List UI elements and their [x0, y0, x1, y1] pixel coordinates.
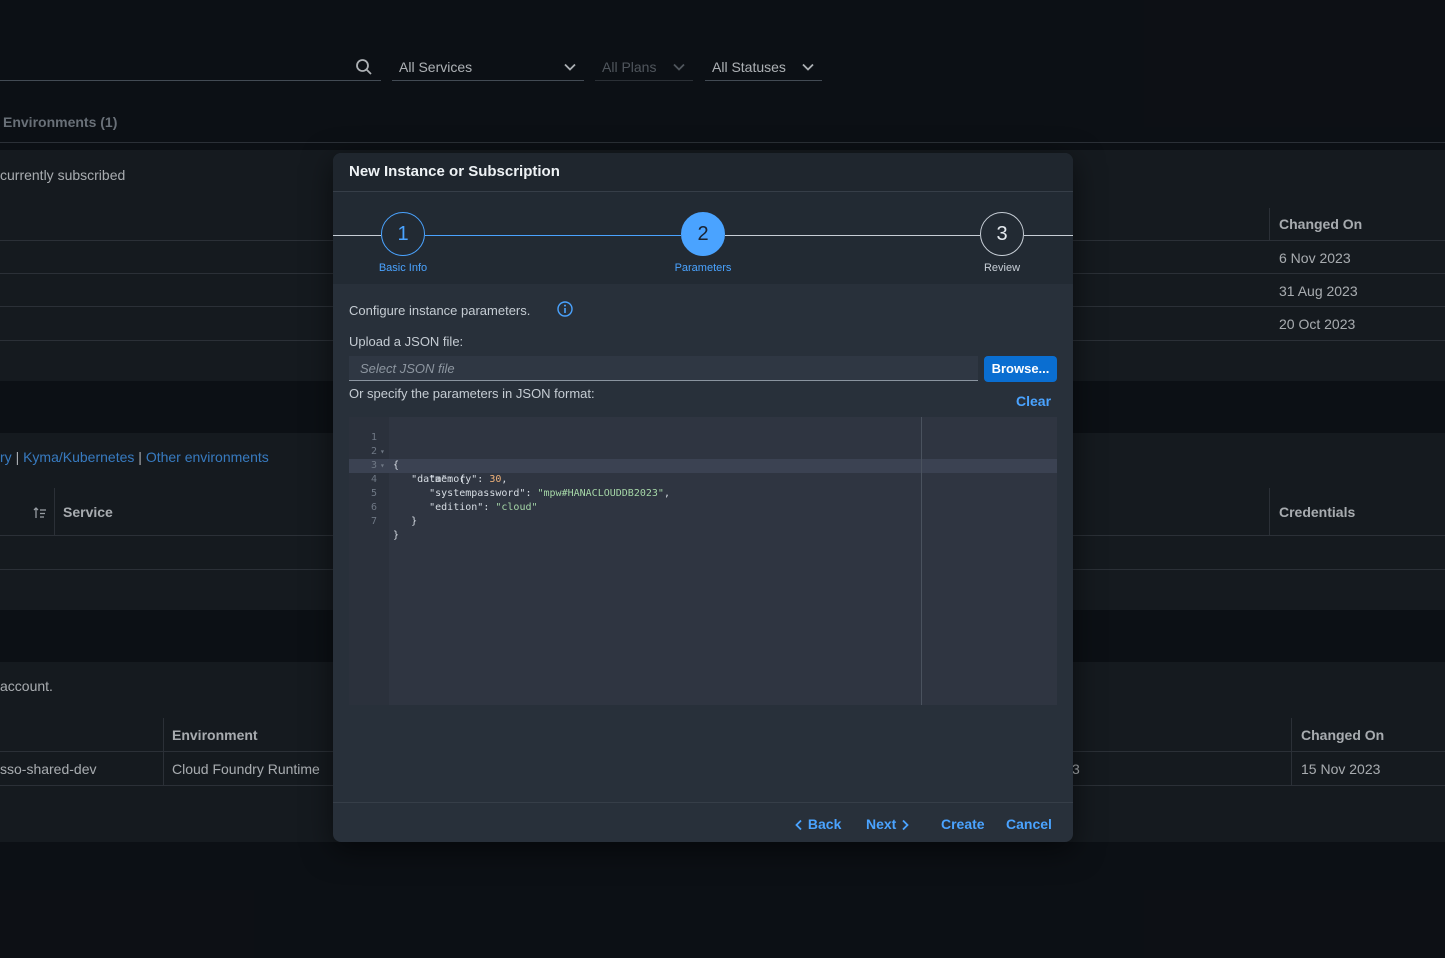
next-label: Next [866, 816, 897, 832]
code-token: } [411, 516, 418, 527]
clear-button[interactable]: Clear [1016, 393, 1051, 409]
specify-label: Or specify the parameters in JSON format… [349, 386, 595, 401]
code-line: 1 ▾ { [349, 417, 1057, 471]
next-button[interactable]: Next [866, 816, 910, 832]
cancel-button[interactable]: Cancel [1006, 816, 1052, 832]
wizard-line [1024, 235, 1073, 236]
line-number: 7 [370, 516, 377, 527]
code-line: 4 "systempassword": "mpw#HANACLOUDDB2023… [349, 459, 1057, 499]
wizard-step-1-label: Basic Info [378, 262, 428, 274]
dialog-header: New Instance or Subscription [333, 153, 1073, 192]
code-line: 3 "memory": 30, [349, 445, 1057, 485]
dialog-footer: Back Next Create Cancel [333, 802, 1073, 842]
chevron-right-icon [902, 820, 910, 831]
code-line: 5 "edition": "cloud" [349, 473, 1057, 513]
code-line: 7 } [349, 501, 1057, 541]
wizard-progress: 1 2 3 Basic Info Parameters Review [333, 192, 1073, 284]
info-icon[interactable] [557, 301, 573, 317]
wizard-step-2[interactable]: 2 [681, 212, 725, 256]
wizard-step-1[interactable]: 1 [381, 212, 425, 256]
configure-text: Configure instance parameters. [349, 303, 531, 318]
json-code-editor[interactable]: 1 ▾ { 2 ▾ "data": { 3 "memory": 30, 4 "s… [349, 417, 1057, 705]
code-line: 2 ▾ "data": { [349, 431, 1057, 485]
browse-button[interactable]: Browse... [984, 356, 1057, 382]
code-token: } [393, 530, 400, 541]
wizard-step-3-label: Review [983, 262, 1021, 274]
json-file-input[interactable]: Select JSON file [349, 356, 978, 381]
wizard-line [725, 235, 980, 236]
wizard-line [425, 235, 681, 236]
wizard-line [333, 235, 381, 236]
chevron-left-icon [795, 820, 802, 831]
code-line: 6 } [349, 487, 1057, 527]
upload-label: Upload a JSON file: [349, 334, 464, 349]
file-input-placeholder: Select JSON file [360, 361, 455, 376]
create-button[interactable]: Create [941, 816, 985, 832]
back-label: Back [807, 816, 842, 832]
dialog-title: New Instance or Subscription [349, 163, 560, 180]
new-instance-dialog: New Instance or Subscription 1 2 3 Basic… [333, 153, 1073, 842]
wizard-step-3[interactable]: 3 [980, 212, 1024, 256]
back-button[interactable]: Back [794, 816, 841, 832]
wizard-step-2-label: Parameters [674, 262, 732, 274]
